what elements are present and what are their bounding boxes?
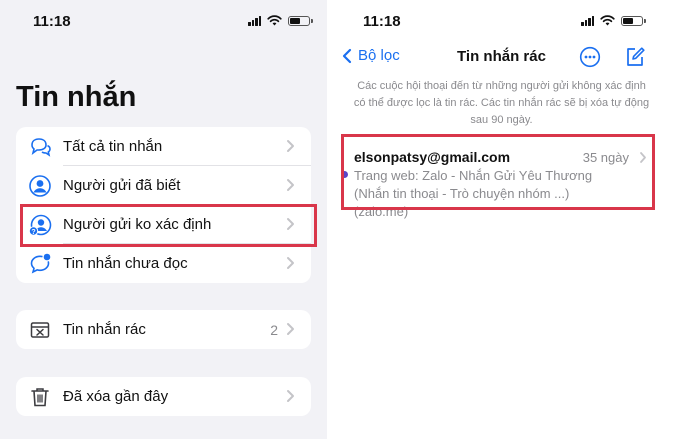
chat-bubbles-icon bbox=[31, 138, 51, 157]
wifi-icon bbox=[600, 15, 615, 26]
page-title: Tin nhắn bbox=[16, 81, 137, 113]
filter-label: Đã xóa gần đây bbox=[63, 388, 169, 405]
filter-label: Tất cả tin nhắn bbox=[63, 138, 163, 155]
chevron-right-icon bbox=[287, 140, 294, 152]
more-options-icon[interactable] bbox=[579, 46, 601, 68]
status-bar: 11:18 bbox=[0, 0, 327, 44]
junk-list: Tin nhắn rác 2 bbox=[16, 310, 311, 349]
recently-deleted-list: Đã xóa gần đây bbox=[16, 377, 311, 416]
message-preview: Trang web: Zalo - Nhắn Gửi Yêu Thương (N… bbox=[354, 168, 593, 219]
filter-junk[interactable]: Tin nhắn rác 2 bbox=[16, 310, 311, 349]
chevron-right-icon bbox=[287, 257, 294, 269]
chevron-right-icon bbox=[287, 390, 294, 402]
filter-label: Người gửi đã biết bbox=[63, 177, 181, 194]
status-icons bbox=[581, 15, 646, 26]
filter-unknown-senders[interactable]: ? Người gửi ko xác định bbox=[16, 205, 311, 244]
filters-list: Tất cả tin nhắn Người gửi đã biết ? Ngườ… bbox=[16, 127, 311, 283]
message-row[interactable]: elsonpatsy@gmail.com 35 ngày Trang web: … bbox=[328, 140, 675, 219]
junk-messages-screen: 11:18 Bộ lọc Tin nhắn rác Các cuộc hội t… bbox=[328, 0, 675, 439]
cellular-signal-icon bbox=[581, 15, 594, 26]
unread-indicator bbox=[341, 171, 348, 178]
status-time: 11:18 bbox=[363, 13, 401, 30]
unread-bubble-icon bbox=[30, 253, 51, 274]
battery-icon bbox=[288, 15, 313, 26]
wifi-icon bbox=[267, 15, 282, 26]
filter-recently-deleted[interactable]: Đã xóa gần đây bbox=[16, 377, 311, 416]
status-icons bbox=[248, 15, 313, 26]
filter-label: Người gửi ko xác định bbox=[63, 216, 212, 233]
battery-icon bbox=[621, 15, 646, 26]
status-time: 11:18 bbox=[33, 13, 71, 30]
chevron-right-icon bbox=[287, 218, 294, 230]
unknown-person-icon: ? bbox=[28, 214, 52, 236]
junk-count-badge: 2 bbox=[270, 321, 278, 338]
status-bar: 11:18 bbox=[328, 0, 675, 44]
compose-icon[interactable] bbox=[624, 46, 646, 68]
filter-unread[interactable]: Tin nhắn chưa đọc bbox=[16, 244, 311, 283]
trash-icon bbox=[31, 388, 49, 407]
person-circle-icon bbox=[29, 175, 51, 197]
message-sender: elsonpatsy@gmail.com bbox=[354, 149, 511, 165]
cellular-signal-icon bbox=[248, 15, 261, 26]
chevron-right-icon bbox=[640, 152, 646, 163]
junk-info-text: Các cuộc hội thoại đến từ những người gử… bbox=[353, 80, 650, 126]
chevron-right-icon bbox=[287, 179, 294, 191]
chevron-right-icon bbox=[287, 323, 294, 335]
filter-known-senders[interactable]: Người gửi đã biết bbox=[16, 166, 311, 205]
svg-text:?: ? bbox=[31, 229, 35, 236]
nav-title: Tin nhắn rác bbox=[457, 48, 546, 65]
message-date: 35 ngày bbox=[582, 150, 629, 165]
navigation-bar: Bộ lọc Tin nhắn rác bbox=[328, 40, 675, 74]
junk-tray-icon bbox=[30, 322, 50, 338]
filter-label: Tin nhắn chưa đọc bbox=[63, 255, 188, 272]
filter-label: Tin nhắn rác bbox=[63, 321, 146, 338]
messages-filter-screen: 11:18 Tin nhắn Tất cả tin nhắn Người gửi… bbox=[0, 0, 327, 439]
filter-all-messages[interactable]: Tất cả tin nhắn bbox=[16, 127, 311, 166]
